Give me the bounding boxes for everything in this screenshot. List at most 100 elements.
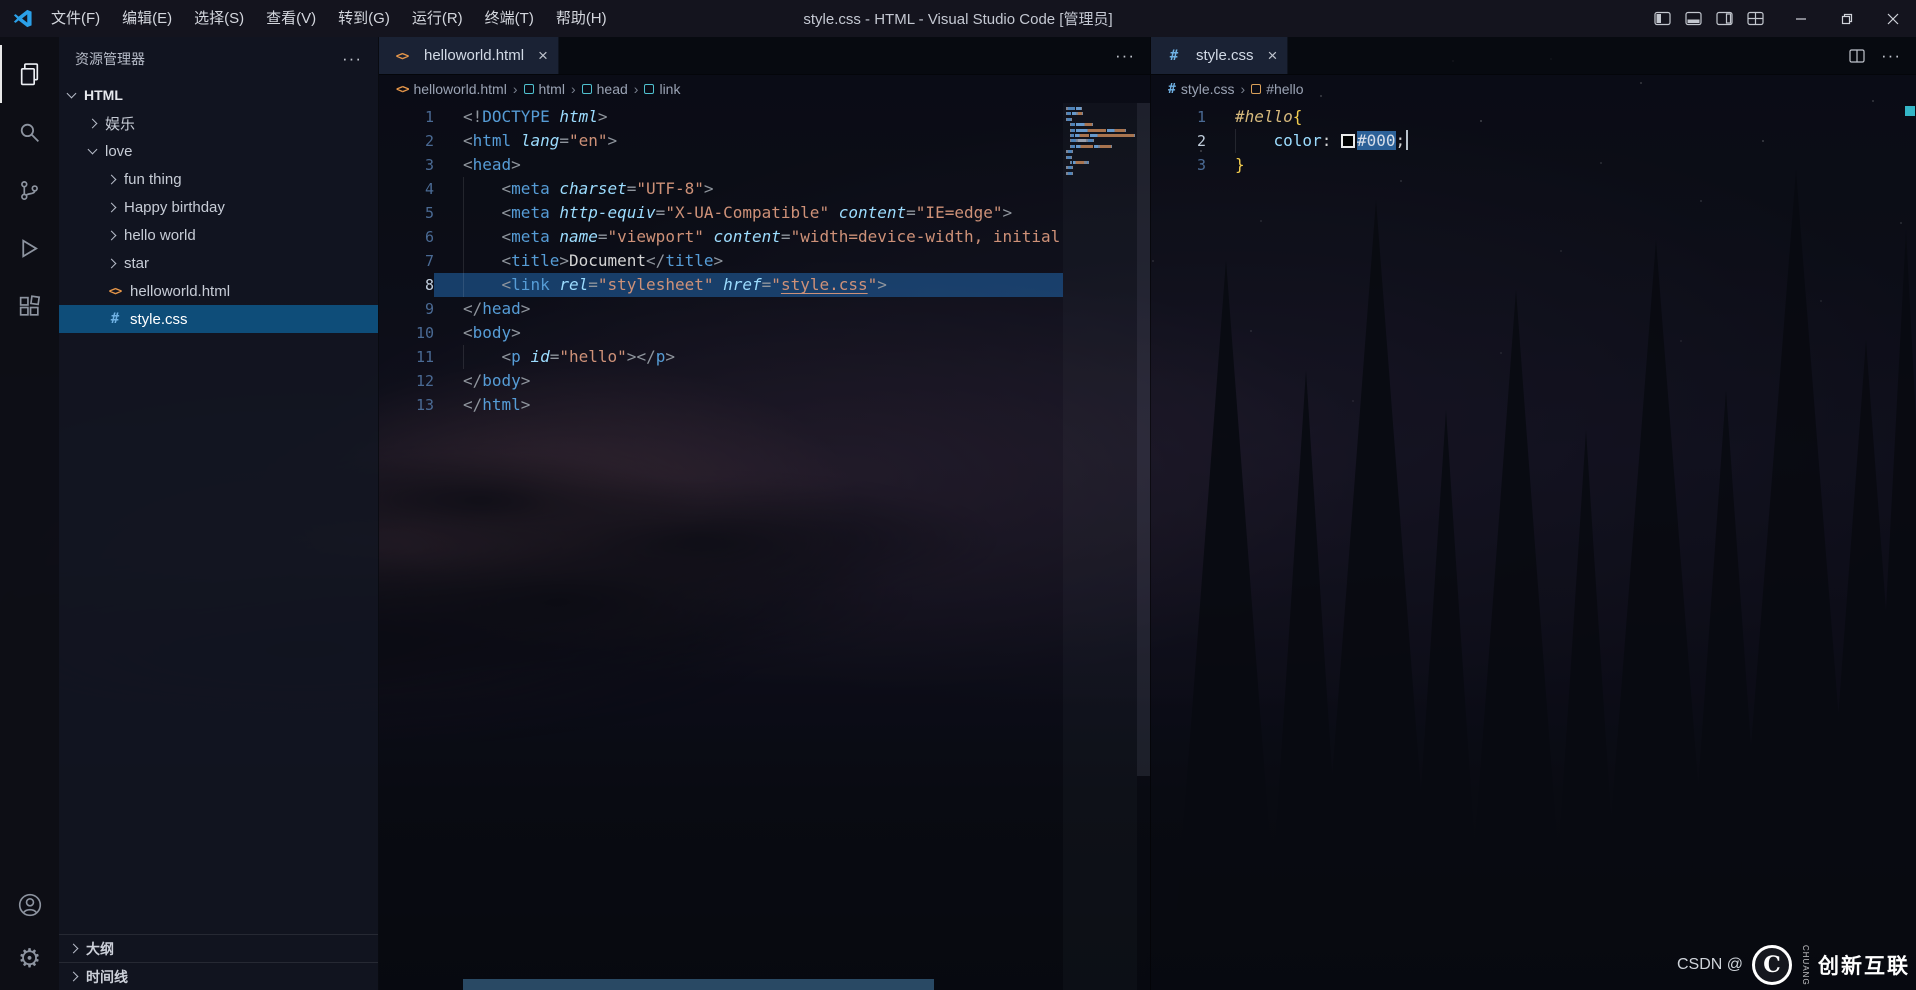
code-line-13[interactable]: 13 </html> [379, 393, 1150, 417]
section-header-html[interactable]: HTML [59, 81, 378, 109]
tree-item-label: 娱乐 [105, 115, 136, 133]
tree-item-happy-birthday[interactable]: Happy birthday [59, 193, 378, 221]
csdn-watermark-text: CSDN @ [1676, 956, 1743, 973]
code-line-12[interactable]: 12 </body> [379, 369, 1150, 393]
indent-guide [463, 345, 464, 369]
code-line-2[interactable]: 2 <html lang="en"> [379, 129, 1150, 153]
line-content: </body> [463, 371, 531, 390]
breadcrumbs-1: <> helloworld.html › html › head › link [379, 75, 1150, 103]
line-number: 7 [424, 252, 434, 270]
tree-item-fun-thing[interactable]: fun thing [59, 165, 378, 193]
tab-style-css[interactable]: # style.css × [1151, 37, 1289, 74]
code-editor-style[interactable]: 1 #hello{2 color: #000; 3} [1151, 103, 1916, 990]
more-actions-icon[interactable]: ··· [1115, 46, 1135, 66]
search-icon [20, 123, 39, 142]
minimap-line [1066, 133, 1136, 137]
close-window-button[interactable] [1870, 0, 1916, 37]
window-title: style.css - HTML - Visual Studio Code [管… [803, 11, 1113, 28]
tree-item-star[interactable]: star [59, 249, 378, 277]
menu-item[interactable]: 查看(V) [255, 0, 327, 37]
minimap[interactable] [1063, 103, 1137, 990]
tree-item-style-css[interactable]: # style.css [59, 305, 378, 333]
code-line-1[interactable]: 1 <!DOCTYPE html> [379, 105, 1150, 129]
extensions-activity-button[interactable] [0, 277, 59, 335]
code-line-11[interactable]: 11 <p id="hello"></p> [379, 345, 1150, 369]
code-line-3[interactable]: 3} [1151, 153, 1916, 177]
editor1-actions: ··· [1115, 37, 1150, 74]
section-label: 大纲 [86, 940, 114, 957]
breadcrumb-item[interactable]: #hello [1251, 81, 1304, 97]
breadcrumb-item[interactable]: head [581, 81, 628, 97]
breadcrumb-item[interactable]: html [523, 81, 565, 97]
tree-item-helloworld-html[interactable]: <> helloworld.html [59, 277, 378, 305]
settings-button[interactable]: ⚙ [0, 932, 59, 986]
menu-item[interactable]: 帮助(H) [545, 0, 618, 37]
sidebar-section-时间线[interactable]: 时间线 [59, 962, 378, 990]
code-area-2[interactable]: 1 #hello{2 color: #000; 3} [1151, 103, 1916, 990]
line-number: 4 [424, 180, 434, 198]
menu-item[interactable]: 终端(T) [474, 0, 545, 37]
tree-item--[interactable]: 娱乐 [59, 109, 378, 137]
activity-bar-bottom: ⚙ [0, 878, 59, 990]
toggle-panel-icon[interactable] [1685, 11, 1702, 26]
code-editor-helloworld[interactable]: 1 <!DOCTYPE html> 2 <html lang="en"> 3 <head>… [379, 103, 1150, 990]
close-tab-icon[interactable]: × [1268, 46, 1278, 66]
breadcrumb-item[interactable]: <> helloworld.html [396, 81, 507, 97]
menu-item[interactable]: 文件(F) [40, 0, 111, 37]
menu-item[interactable]: 转到(G) [327, 0, 401, 37]
account-button[interactable] [0, 878, 59, 932]
breadcrumb-item[interactable]: # style.css [1168, 81, 1235, 97]
indent-guide [463, 177, 464, 297]
tree-item-label: love [105, 142, 133, 160]
restore-button[interactable] [1824, 0, 1870, 37]
customize-layout-icon[interactable] [1747, 11, 1764, 26]
activity-bar: ⚙ [0, 37, 59, 990]
code-line-3[interactable]: 3 <head> [379, 153, 1150, 177]
toggle-secondary-sidebar-icon[interactable] [1716, 11, 1733, 26]
chevron-right-icon [106, 174, 117, 184]
chevron-right-icon [106, 258, 117, 268]
files-icon [20, 62, 39, 85]
breadcrumb-label: style.css [1180, 81, 1235, 97]
chuangxin-logo-icon: C [1752, 945, 1792, 985]
code-line-7[interactable]: 7 <title>Document</title> [379, 249, 1150, 273]
vertical-scrollbar[interactable] [1137, 103, 1150, 776]
tree-item-love[interactable]: love [59, 137, 378, 165]
horizontal-scrollbar[interactable] [463, 979, 934, 990]
explorer-tree: 娱乐 love fun thing Happy birthday hello world… [59, 109, 378, 333]
run-debug-activity-button[interactable] [0, 219, 59, 277]
breadcrumb-label: helloworld.html [413, 81, 507, 97]
line-number: 13 [415, 396, 434, 414]
tree-item-label: Happy birthday [124, 198, 225, 216]
chevron-right-icon [106, 202, 117, 212]
code-area-1[interactable]: 1 <!DOCTYPE html> 2 <html lang="en"> 3 <head>… [379, 103, 1150, 990]
code-line-1[interactable]: 1 #hello{ [1151, 105, 1916, 129]
source-control-activity-button[interactable] [0, 161, 59, 219]
breadcrumb-item[interactable]: link [644, 81, 680, 97]
code-line-4[interactable]: 4 <meta charset="UTF-8"> [379, 177, 1150, 201]
code-line-5[interactable]: 5 <meta http-equiv="X-UA-Compatible" con… [379, 201, 1150, 225]
code-line-9[interactable]: 9 </head> [379, 297, 1150, 321]
tree-item-hello-world[interactable]: hello world [59, 221, 378, 249]
menu-item[interactable]: 编辑(E) [111, 0, 183, 37]
close-tab-icon[interactable]: × [538, 46, 548, 66]
symbol-icon [1251, 84, 1262, 94]
color-swatch[interactable] [1340, 134, 1355, 148]
menu-item[interactable]: 运行(R) [401, 0, 474, 37]
more-actions-icon[interactable]: ··· [1881, 46, 1901, 66]
code-line-2[interactable]: 2 color: #000; [1151, 129, 1916, 153]
toggle-sidebar-icon[interactable] [1654, 11, 1671, 26]
line-number: 10 [415, 324, 434, 342]
search-activity-button[interactable] [0, 103, 59, 161]
sidebar-section-大纲[interactable]: 大纲 [59, 934, 378, 962]
minimize-button[interactable] [1778, 0, 1824, 37]
editor2-actions: ··· [1849, 37, 1916, 74]
explorer-activity-button[interactable] [0, 45, 59, 103]
menu-item[interactable]: 选择(S) [183, 0, 255, 37]
sidebar-more-actions-icon[interactable]: ··· [342, 49, 362, 69]
tab-helloworld-html[interactable]: <> helloworld.html × [379, 37, 559, 74]
code-line-8[interactable]: 8 <link rel="stylesheet" href="style.css… [379, 273, 1150, 297]
split-editor-icon[interactable] [1849, 48, 1865, 63]
code-line-6[interactable]: 6 <meta name="viewport" content="width=d… [379, 225, 1150, 249]
code-line-10[interactable]: 10 <body> [379, 321, 1150, 345]
